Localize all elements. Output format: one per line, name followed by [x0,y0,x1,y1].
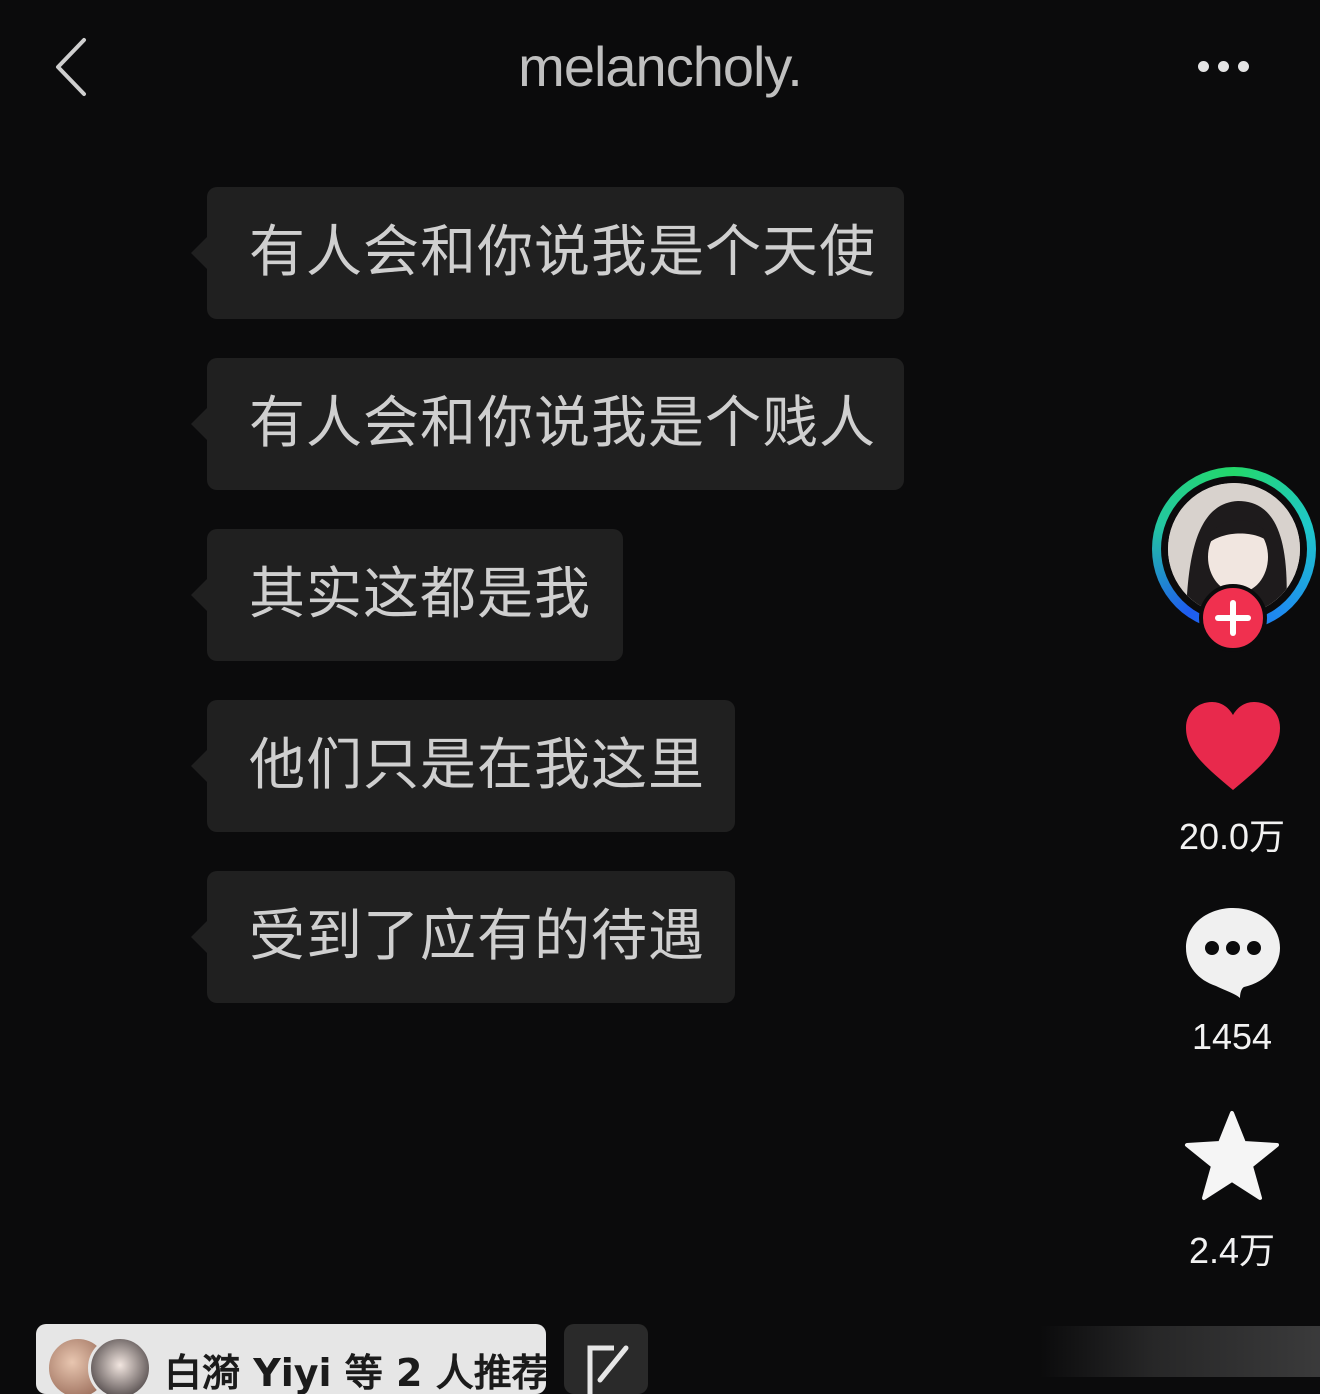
favorite-count: 2.4万 [1188,1230,1276,1271]
message-bubble: 有人会和你说我是个贱人 [191,358,904,490]
favorite-button[interactable] [1184,1110,1280,1202]
star-icon [1185,1111,1279,1200]
comment-count: 1454 [1191,1016,1273,1057]
recommendation-bar[interactable]: 白漪 Yiyi 等 2 人推荐 [36,1324,546,1394]
comment-icon [1186,908,1280,998]
recommendation-text: 白漪 Yiyi 等 2 人推荐 [164,1351,546,1394]
bottom-fade [1040,1326,1320,1377]
more-dot-icon [1238,61,1249,72]
message-bubble: 受到了应有的待遇 [191,871,735,1003]
message-bubble: 其实这都是我 [191,529,623,661]
follow-button[interactable] [1199,584,1267,652]
edit-icon [587,1345,629,1394]
page-title: melancholy. [518,35,803,98]
message-bubble: 他们只是在我这里 [191,700,735,832]
more-options-button[interactable] [1190,52,1262,82]
like-count: 20.0万 [1178,816,1286,857]
more-dot-icon [1218,61,1229,72]
more-dot-icon [1198,61,1209,72]
like-button[interactable] [1184,700,1282,792]
edit-button[interactable] [564,1324,648,1394]
comment-button[interactable] [1184,904,1282,1000]
recommender-avatar [88,1336,152,1394]
plus-icon [1215,600,1251,636]
message-bubble: 有人会和你说我是个天使 [191,187,904,319]
heart-icon [1186,702,1280,790]
top-bar: melancholy. [0,0,1320,140]
